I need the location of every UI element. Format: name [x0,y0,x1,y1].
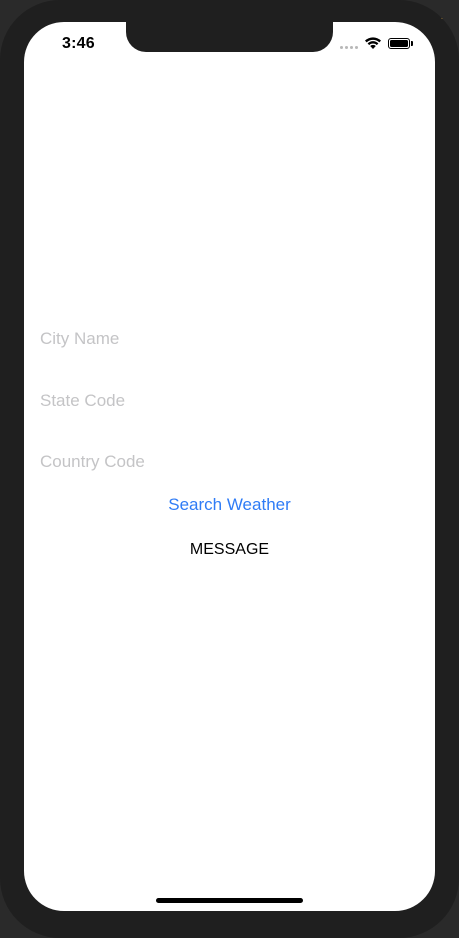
search-weather-button[interactable]: Search Weather [24,495,435,515]
app-screen: 3:46 Search Weather MESSAGE [24,22,435,911]
status-time: 3:46 [62,35,95,52]
country-code-field[interactable] [40,450,420,474]
wifi-icon [365,37,381,49]
state-code-field[interactable] [40,389,420,413]
cellular-signal-icon [340,46,358,49]
message-label: MESSAGE [189,541,270,558]
city-name-field[interactable] [40,327,420,351]
device-frame: -p rp 3:46 Search Weather MESSAGE [0,0,459,938]
battery-cap [411,41,413,46]
corner-glyph: -p rp [439,0,453,22]
battery-icon [388,38,410,49]
device-notch [126,22,333,52]
home-indicator[interactable] [156,898,303,903]
